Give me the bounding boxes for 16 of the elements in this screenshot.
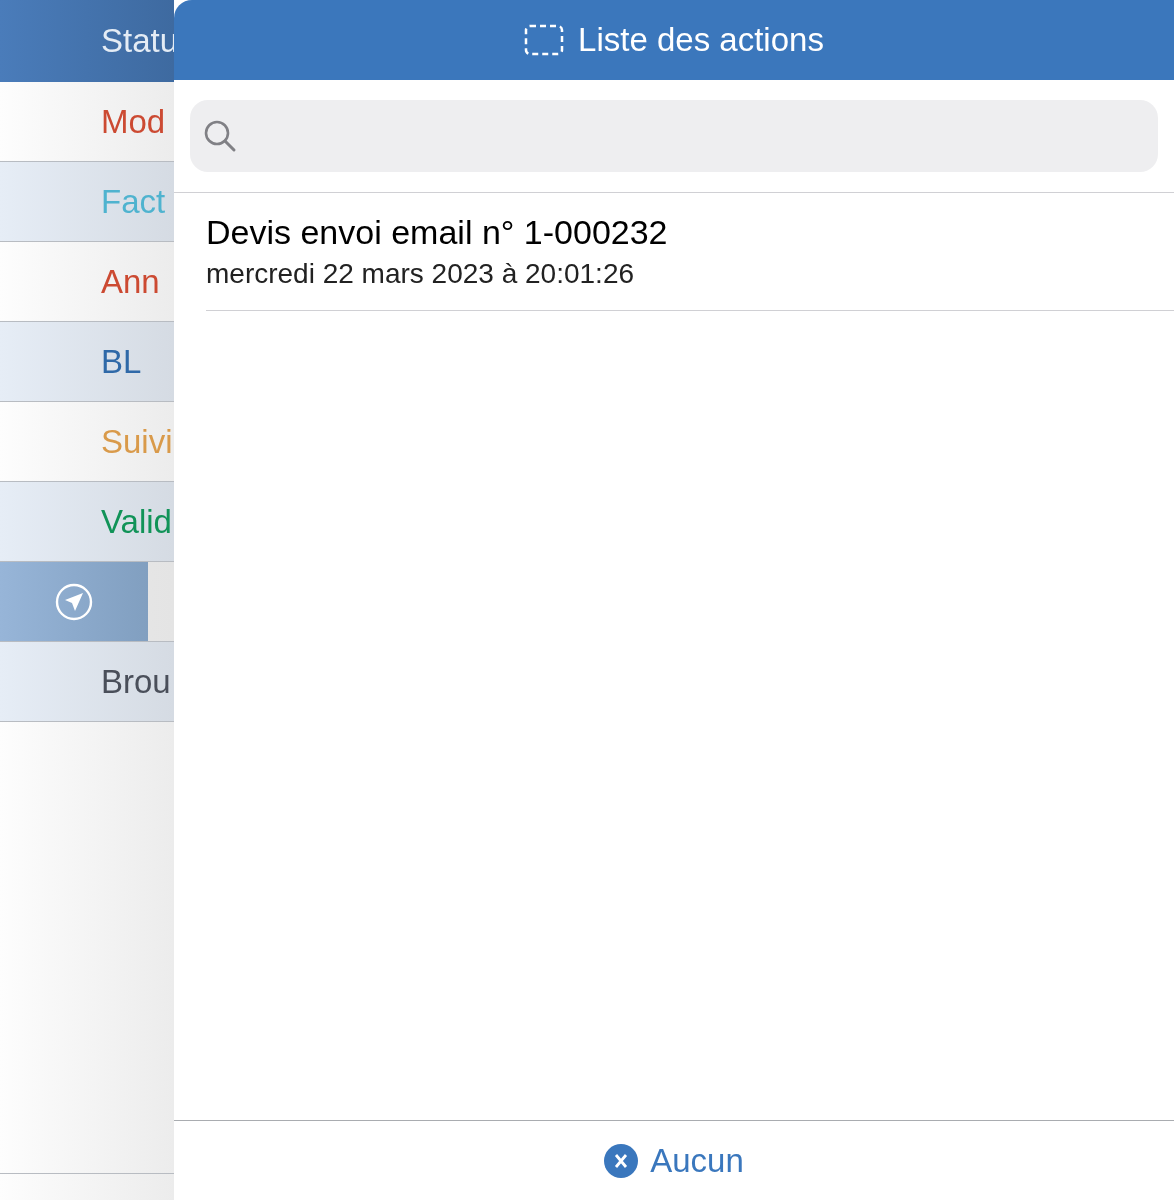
action-date: mercredi 22 mars 2023 à 20:01:26 [206,258,636,290]
action-title[interactable]: Devis envoi email n° 1-000232 [206,213,1174,252]
status-label[interactable]: Valid [101,502,172,541]
popover-title: Liste des actions [578,21,824,59]
status-label[interactable]: Ann [101,262,160,301]
selected-row[interactable] [0,562,148,641]
search-icon [202,118,238,154]
dashed-square-icon [524,24,565,56]
paper-plane-icon [55,582,93,621]
status-label[interactable]: Brou [101,662,171,701]
search-field[interactable] [190,100,1158,172]
status-label[interactable]: BL [101,342,142,381]
close-icon [604,1143,639,1178]
none-button[interactable]: Aucun [604,1141,744,1180]
status-label[interactable]: Mod [101,102,166,141]
status-label[interactable]: Suivi [101,422,173,461]
